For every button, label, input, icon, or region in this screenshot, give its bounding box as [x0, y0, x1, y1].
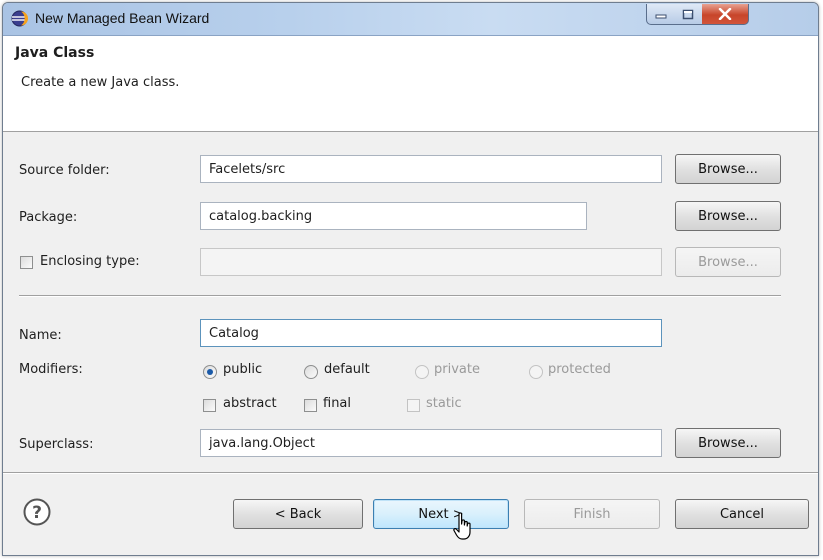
minimize-icon: [655, 14, 667, 19]
next-button[interactable]: Next >: [373, 499, 509, 529]
private-radio-label: private: [434, 362, 480, 377]
source-folder-label: Source folder:: [19, 163, 110, 178]
help-icon[interactable]: ?: [22, 497, 52, 527]
enclosing-type-field: [200, 248, 662, 276]
package-field[interactable]: catalog.backing: [200, 202, 587, 230]
superclass-field[interactable]: java.lang.Object: [200, 429, 662, 457]
package-label: Package:: [19, 210, 78, 225]
final-checkbox-label[interactable]: final: [323, 396, 351, 411]
superclass-browse-button[interactable]: Browse...: [675, 428, 781, 458]
form-separator: [19, 295, 781, 297]
source-folder-field[interactable]: Facelets/src: [200, 155, 662, 183]
enclosing-type-label[interactable]: Enclosing type:: [40, 254, 140, 269]
eclipse-icon: [11, 10, 28, 27]
abstract-checkbox-label[interactable]: abstract: [223, 396, 277, 411]
wizard-window: New Managed Bean Wizard Java Class Creat…: [2, 2, 819, 556]
static-checkbox: [407, 399, 420, 412]
package-browse-button[interactable]: Browse...: [675, 201, 781, 231]
public-radio-label[interactable]: public: [223, 362, 262, 377]
public-radio[interactable]: [203, 365, 217, 379]
page-description: Create a new Java class.: [21, 75, 180, 90]
window-title: New Managed Bean Wizard: [35, 10, 210, 26]
name-field[interactable]: Catalog: [200, 319, 662, 347]
page-title: Java Class: [15, 45, 95, 61]
cancel-button[interactable]: Cancel: [675, 499, 809, 529]
name-label: Name:: [19, 328, 62, 343]
minimize-button[interactable]: [646, 4, 676, 25]
close-button[interactable]: [702, 4, 749, 25]
maximize-button[interactable]: [674, 4, 703, 25]
enclosing-type-browse-button: Browse...: [675, 247, 781, 277]
modifiers-label: Modifiers:: [19, 362, 83, 377]
default-radio-label[interactable]: default: [324, 362, 370, 377]
maximize-icon: [682, 9, 694, 19]
static-checkbox-label: static: [426, 396, 462, 411]
enclosing-type-checkbox[interactable]: [20, 256, 33, 269]
finish-button: Finish: [524, 499, 660, 529]
abstract-checkbox[interactable]: [203, 399, 216, 412]
svg-text:?: ?: [32, 503, 42, 523]
hand-cursor-icon: [453, 512, 471, 540]
default-radio[interactable]: [304, 365, 318, 379]
final-checkbox[interactable]: [304, 399, 317, 412]
title-bar[interactable]: New Managed Bean Wizard: [3, 3, 818, 36]
source-folder-browse-button[interactable]: Browse...: [675, 154, 781, 184]
protected-radio-label: protected: [548, 362, 611, 377]
close-icon: [718, 8, 732, 20]
back-button[interactable]: < Back: [233, 499, 363, 529]
protected-radio: [529, 365, 543, 379]
footer-separator: [3, 472, 818, 474]
superclass-label: Superclass:: [19, 437, 94, 452]
private-radio: [415, 365, 429, 379]
